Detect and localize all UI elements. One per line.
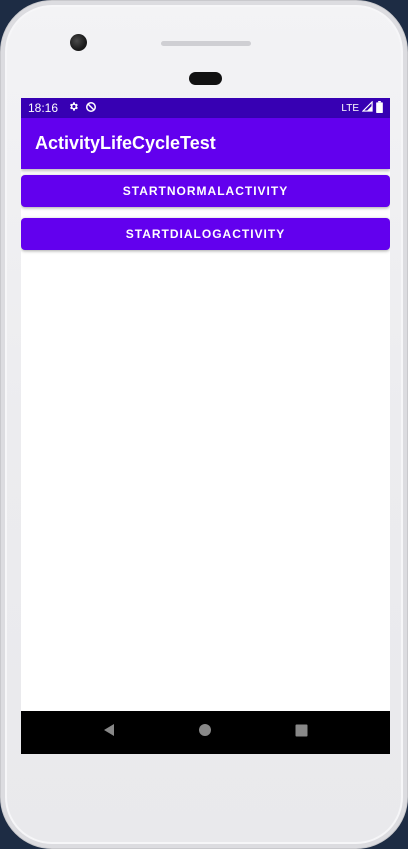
speaker-grill <box>161 41 251 46</box>
navigation-bar <box>21 711 390 754</box>
front-camera <box>70 34 87 51</box>
recents-button[interactable] <box>287 718 317 748</box>
home-icon <box>198 723 212 742</box>
status-time: 18:16 <box>28 101 59 115</box>
gear-icon <box>68 101 79 115</box>
back-icon <box>102 723 116 742</box>
status-notification-icons <box>68 101 97 116</box>
app-bar: ActivityLifeCycleTest <box>21 118 390 169</box>
status-system-icons: LTE <box>341 100 383 116</box>
signal-icon <box>361 100 373 115</box>
battery-icon <box>376 100 383 116</box>
home-button[interactable] <box>190 718 220 748</box>
back-button[interactable] <box>94 718 124 748</box>
start-normal-activity-button[interactable]: STARTNORMALACTIVITY <box>21 175 390 207</box>
device-screen: 18:16 LTE ActivityLifeCycleTest STARTNOR… <box>21 98 390 754</box>
main-content: STARTNORMALACTIVITY STARTDIALOGACTIVITY <box>21 169 390 250</box>
network-type-label: LTE <box>341 102 359 114</box>
recents-icon <box>295 724 308 742</box>
earpiece <box>189 72 222 85</box>
data-saver-icon <box>85 101 97 116</box>
start-dialog-activity-button[interactable]: STARTDIALOGACTIVITY <box>21 218 390 250</box>
status-bar: 18:16 LTE <box>21 98 390 118</box>
app-title: ActivityLifeCycleTest <box>35 133 216 153</box>
phone-frame: 18:16 LTE ActivityLifeCycleTest STARTNOR… <box>0 0 408 849</box>
